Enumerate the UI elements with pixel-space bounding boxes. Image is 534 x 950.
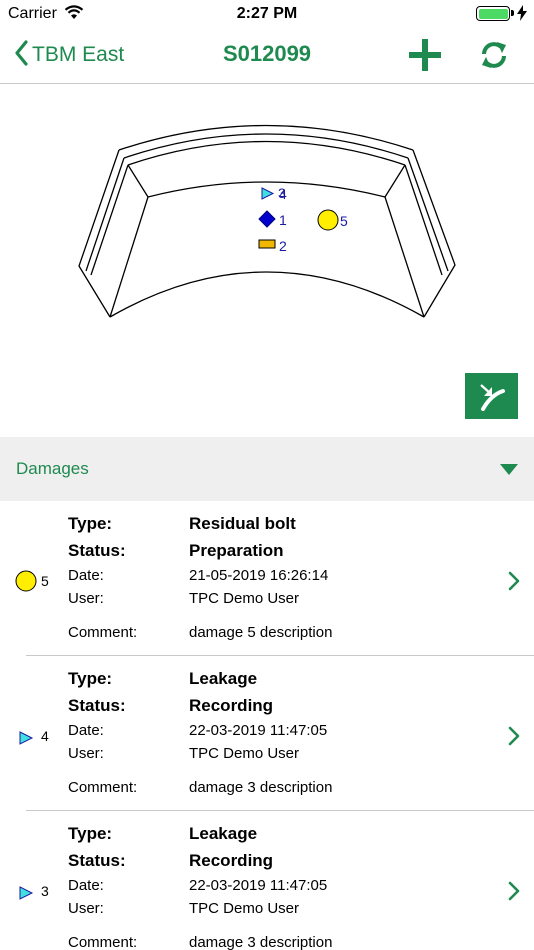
user-label: User: — [68, 900, 104, 917]
status-label: Status: — [68, 541, 126, 560]
cyan-triangle-icon — [14, 881, 38, 905]
type-label: Type: — [68, 824, 113, 843]
battery-tip — [511, 10, 514, 16]
damage-list: 5 Type: Residual bolt Status: Preparatio… — [0, 501, 534, 950]
status-value: Preparation — [189, 541, 284, 560]
marker-circle-5[interactable] — [317, 209, 339, 231]
marker-label-1: 1 — [279, 212, 287, 228]
user-value: TPC Demo User — [189, 745, 300, 762]
yellow-circle-icon — [14, 569, 38, 593]
comment-label: Comment: — [68, 934, 138, 950]
damage-number: 4 — [41, 728, 49, 744]
segment-diagram: 3 4 1 2 5 — [0, 85, 534, 437]
status-label: Status: — [68, 696, 126, 715]
date-label: Date: — [68, 877, 104, 894]
type-label: Type: — [68, 669, 113, 688]
chevron-right-icon — [508, 571, 520, 596]
date-value: 22-03-2019 11:47:05 — [189, 877, 328, 894]
segment-drawing — [78, 124, 456, 318]
marker-label-4: 4 — [279, 186, 287, 202]
battery-icon — [476, 6, 510, 21]
comment-value: damage 5 description — [189, 624, 333, 641]
date-value: 22-03-2019 11:47:05 — [189, 722, 328, 739]
damage-number: 3 — [41, 883, 49, 899]
user-value: TPC Demo User — [189, 590, 300, 607]
comment-label: Comment: — [68, 779, 138, 796]
damage-row[interactable]: 3 Type: Leakage Status: Recording Date: … — [0, 811, 534, 950]
caret-down-icon — [500, 463, 518, 481]
status-label: Status: — [68, 851, 126, 870]
type-value: Residual bolt — [189, 514, 296, 533]
damage-number: 5 — [41, 573, 49, 589]
damages-section-header[interactable]: Damages — [0, 437, 534, 501]
type-value: Leakage — [189, 824, 258, 843]
back-label: TBM East — [32, 43, 125, 66]
clock: 2:27 PM — [236, 5, 298, 22]
marker-label-5: 5 — [340, 213, 348, 229]
add-button[interactable] — [407, 37, 443, 73]
user-value: TPC Demo User — [189, 900, 300, 917]
cyan-triangle-icon — [14, 726, 38, 750]
navigation-bar: TBM East S012099 — [0, 28, 534, 84]
status-bar: Carrier 2:27 PM — [0, 0, 534, 28]
chevron-right-icon — [508, 726, 520, 751]
marker-diamond-1[interactable] — [258, 210, 276, 228]
user-label: User: — [68, 590, 104, 607]
chevron-right-icon — [508, 881, 520, 906]
back-button[interactable]: TBM East — [14, 38, 124, 72]
damage-row[interactable]: 4 Type: Leakage Status: Recording Date: … — [0, 656, 534, 811]
status-value: Recording — [189, 696, 274, 715]
plus-icon — [409, 39, 441, 71]
marker-rect-2[interactable] — [258, 239, 276, 249]
status-value: Recording — [189, 851, 274, 870]
date-label: Date: — [68, 567, 104, 584]
date-label: Date: — [68, 722, 104, 739]
section-title: Damages — [16, 459, 89, 478]
damage-row[interactable]: 5 Type: Residual bolt Status: Preparatio… — [0, 501, 534, 656]
type-value: Leakage — [189, 669, 258, 688]
refresh-button[interactable] — [476, 37, 512, 73]
chevron-left-icon — [14, 39, 28, 71]
refresh-icon — [482, 42, 506, 68]
user-label: User: — [68, 745, 104, 762]
marker-triangle-3[interactable] — [261, 187, 275, 200]
date-value: 21-05-2019 16:26:14 — [189, 567, 329, 584]
comment-value: damage 3 description — [189, 934, 333, 950]
comment-label: Comment: — [68, 624, 138, 641]
charging-icon — [517, 5, 527, 26]
switch-view-button[interactable] — [465, 373, 518, 419]
comment-value: damage 3 description — [189, 779, 333, 796]
type-label: Type: — [68, 514, 113, 533]
marker-label-2: 2 — [279, 238, 287, 254]
curve-arrow-icon — [480, 384, 505, 411]
